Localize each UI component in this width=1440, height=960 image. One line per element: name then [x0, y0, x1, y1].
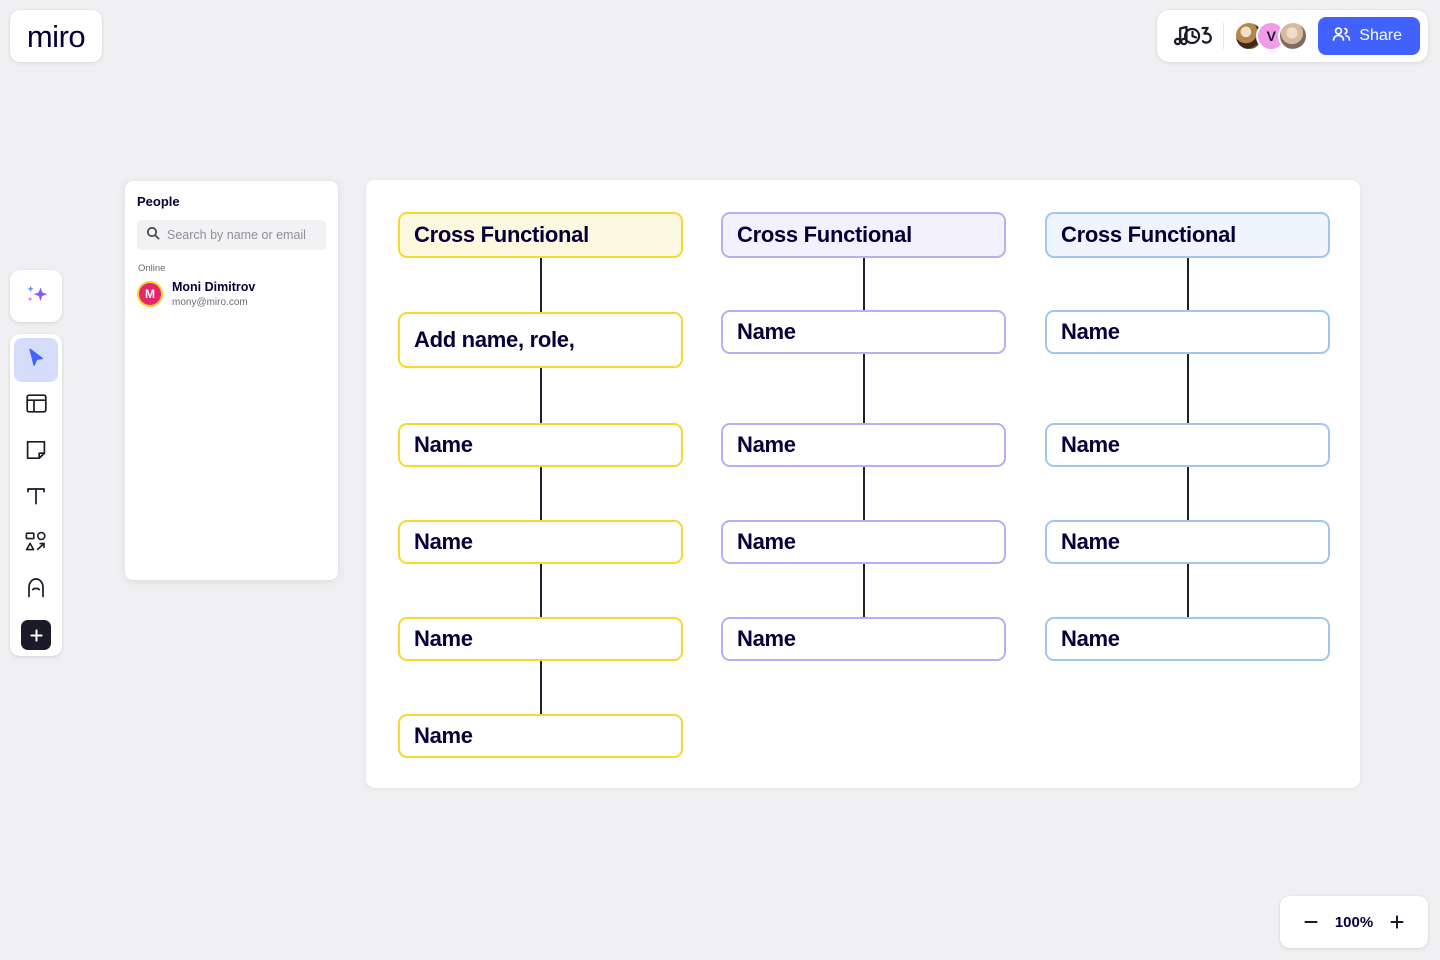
org-node-header[interactable]: Cross Functional: [398, 212, 683, 258]
org-node-label: Add name, role,: [414, 326, 575, 352]
org-node-label: Name: [737, 625, 796, 651]
share-button[interactable]: Share: [1318, 17, 1420, 55]
connector-line: [1186, 564, 1189, 617]
org-node-label: Name: [414, 722, 473, 748]
search-icon: [146, 226, 160, 245]
org-node-label: Name: [414, 528, 473, 554]
org-node[interactable]: Name: [721, 520, 1006, 564]
connector-line: [862, 564, 865, 617]
org-node[interactable]: Name: [1045, 617, 1330, 661]
org-chart: Cross Functional Add name, role, Name Name N…: [366, 180, 1360, 788]
miro-logo[interactable]: miro: [10, 10, 102, 62]
org-node[interactable]: Name: [721, 423, 1006, 467]
board-canvas-frame[interactable]: Cross Functional Add name, role, Name Name N…: [366, 180, 1360, 788]
zoom-control: 100%: [1280, 896, 1428, 948]
org-node-label: Cross Functional: [1061, 221, 1236, 247]
people-icon: [1332, 26, 1351, 47]
org-node[interactable]: Name: [721, 310, 1006, 354]
search-input[interactable]: Search by name or email: [137, 220, 326, 250]
sticky-note-icon: [25, 439, 47, 466]
org-node-header[interactable]: Cross Functional: [1045, 212, 1330, 258]
online-section-label: Online: [138, 263, 166, 274]
sidebar-item-select-tool[interactable]: [14, 338, 58, 382]
org-node-label: Name: [737, 431, 796, 457]
org-node-label: Name: [737, 528, 796, 554]
org-node[interactable]: Name: [1045, 520, 1330, 564]
avatar-collaborator-3[interactable]: [1278, 21, 1309, 51]
topbar-divider: [1223, 23, 1225, 49]
text-icon: [25, 485, 47, 512]
collaborator-avatars: V: [1234, 21, 1309, 51]
org-node[interactable]: Name: [398, 520, 683, 564]
connector-line: [539, 661, 542, 714]
add-more-tools-button[interactable]: [21, 620, 51, 650]
zoom-level-label: 100%: [1334, 913, 1374, 931]
miro-logo-text: miro: [26, 18, 86, 54]
person-email: mony@miro.com: [172, 296, 248, 308]
org-node[interactable]: Name: [1045, 423, 1330, 467]
avatar: M: [137, 281, 163, 308]
org-node-label: Cross Functional: [737, 221, 912, 247]
left-toolbar: [10, 334, 62, 656]
org-node-label: Name: [1061, 528, 1120, 554]
sparkle-icon: [21, 279, 51, 314]
sidebar-item-templates-tool[interactable]: [14, 384, 58, 428]
org-node-label: Name: [414, 431, 473, 457]
share-button-label: Share: [1359, 27, 1402, 44]
sidebar-item-text-tool[interactable]: [14, 476, 58, 520]
pen-icon: [25, 576, 47, 605]
org-node[interactable]: Name: [1045, 310, 1330, 354]
connector-line: [1186, 258, 1189, 310]
connector-line: [862, 467, 865, 520]
connector-line: [539, 368, 542, 423]
org-node[interactable]: Name: [398, 617, 683, 661]
connector-line: [1186, 467, 1189, 520]
connector-line: [862, 354, 865, 423]
template-icon: [25, 392, 48, 420]
connector-line: [1186, 354, 1189, 423]
org-node-label: Name: [1061, 318, 1120, 344]
org-node-label: Name: [414, 625, 473, 651]
sidebar-item-pen-tool[interactable]: [14, 568, 58, 612]
org-node[interactable]: Name: [398, 423, 683, 467]
connector-line: [862, 258, 865, 310]
list-item[interactable]: M Moni Dimitrov mony@miro.com: [137, 280, 326, 309]
org-node[interactable]: Name: [398, 714, 683, 758]
top-right-bar: V Share: [1157, 10, 1428, 62]
cursor-icon: [25, 347, 47, 374]
search-input-placeholder: Search by name or email: [167, 228, 306, 242]
org-node[interactable]: Add name, role,: [398, 312, 683, 368]
org-node-label: Name: [1061, 431, 1120, 457]
person-name: Moni Dimitrov: [172, 280, 256, 294]
org-node-label: Name: [1061, 625, 1120, 651]
connector-line: [539, 258, 542, 312]
sidebar-item-shapes-tool[interactable]: [14, 522, 58, 566]
music-note-icon[interactable]: [1171, 23, 1213, 49]
org-node[interactable]: Name: [721, 617, 1006, 661]
zoom-out-button[interactable]: [1298, 909, 1324, 935]
org-node-header[interactable]: Cross Functional: [721, 212, 1006, 258]
people-panel-title: People: [137, 194, 180, 209]
shapes-icon: [24, 530, 48, 559]
connector-line: [539, 467, 542, 520]
people-panel: People Search by name or email Online M …: [125, 181, 338, 580]
org-node-label: Name: [737, 318, 796, 344]
sidebar-item-sticky-note-tool[interactable]: [14, 430, 58, 474]
zoom-in-button[interactable]: [1384, 909, 1410, 935]
org-node-label: Cross Functional: [414, 221, 589, 247]
connector-line: [539, 564, 542, 617]
person-details: Moni Dimitrov mony@miro.com: [172, 280, 255, 309]
ai-tool-button[interactable]: [10, 270, 62, 322]
